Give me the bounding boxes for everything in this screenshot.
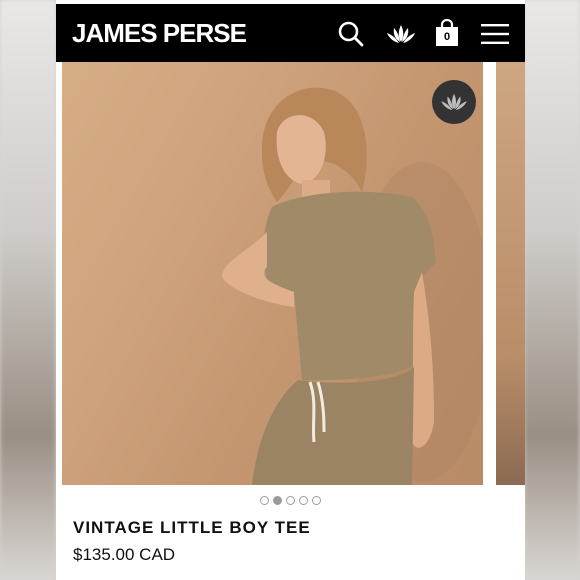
model-photo <box>222 87 483 485</box>
product-title[interactable]: VINTAGE LITTLE BOY TEE <box>73 518 311 538</box>
next-product-image-peek[interactable] <box>496 62 525 485</box>
lotus-badge-icon <box>432 80 476 124</box>
carousel-dot-active[interactable] <box>273 496 282 505</box>
lotus-icon[interactable] <box>384 19 418 49</box>
product-page: JAMES PERSE 0 VINTAGE LITTLE BOY TEE $13… <box>56 0 525 580</box>
background-blur-right <box>524 0 580 580</box>
carousel-dot[interactable] <box>299 496 308 505</box>
product-image[interactable] <box>62 62 483 485</box>
brand-logo[interactable]: JAMES PERSE <box>72 19 247 47</box>
site-header: JAMES PERSE 0 <box>56 4 525 62</box>
carousel-dot[interactable] <box>286 496 295 505</box>
background-blur-left <box>0 0 56 580</box>
menu-icon[interactable] <box>480 19 510 49</box>
shopping-bag-icon[interactable]: 0 <box>432 19 462 49</box>
search-icon[interactable] <box>336 19 366 49</box>
bag-count: 0 <box>443 31 451 43</box>
product-price: $135.00 CAD <box>73 545 176 564</box>
carousel-dot[interactable] <box>312 496 321 505</box>
carousel-pagination <box>56 496 525 505</box>
carousel-dot[interactable] <box>260 496 269 505</box>
